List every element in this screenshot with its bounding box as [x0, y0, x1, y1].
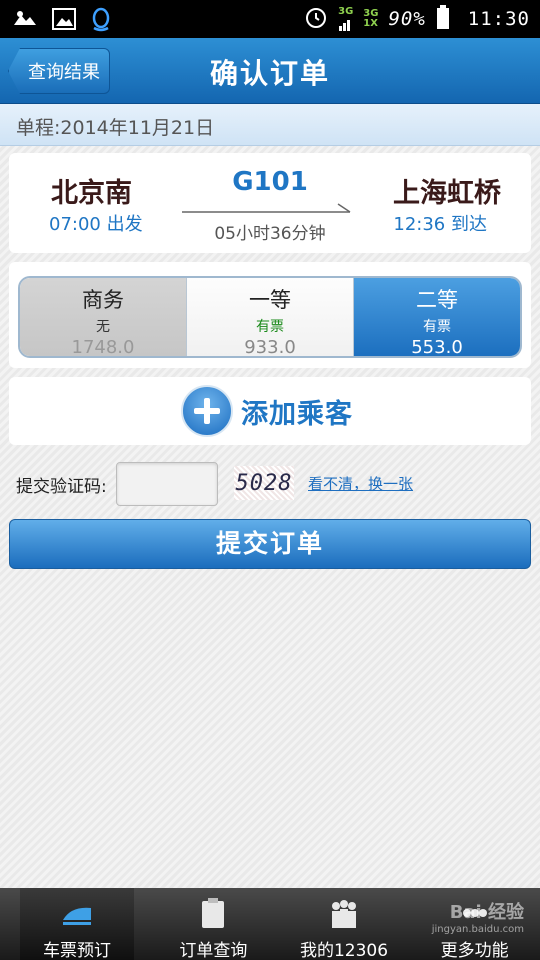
- seat-class-card: 商务 无 1748.0 一等 有票 933.0 二等 有票 553.0: [9, 262, 531, 368]
- arrival-time: 12:36 到达: [393, 214, 487, 235]
- clipboard-icon: [202, 898, 225, 928]
- seat-availability: 有票: [256, 319, 284, 335]
- add-passenger-button[interactable]: 添加乘客: [181, 385, 353, 437]
- image-notification-icon: [52, 8, 76, 34]
- captcha-image[interactable]: 5028: [234, 466, 294, 500]
- battery-percent: 90%: [388, 8, 426, 30]
- nav-item-my-12306[interactable]: 我的12306: [279, 888, 410, 960]
- clock: 11:30: [467, 8, 530, 30]
- seat-option-second-class[interactable]: 二等 有票 553.0: [354, 278, 520, 356]
- people-icon: [332, 900, 356, 928]
- page-title: 确认订单: [209, 57, 330, 90]
- trip-date: 单程:2014年11月21日: [0, 104, 540, 146]
- arrival-station: 上海虹桥: [393, 178, 501, 209]
- status-bar: 3G 3G 1X 90% 11:30: [0, 0, 540, 38]
- seat-availability: 有票: [423, 319, 451, 335]
- plus-icon: [181, 385, 233, 437]
- nav-label: 我的12306: [299, 941, 389, 960]
- title-bar: 查询结果 确认订单: [0, 38, 540, 104]
- nav-label: 订单查询: [179, 941, 248, 960]
- add-passenger-card: 添加乘客: [9, 377, 531, 445]
- route-arrow-icon: [182, 203, 351, 213]
- cloud-notification-icon: [12, 9, 38, 33]
- network-3g-indicator: 3G: [338, 7, 353, 31]
- seat-option-business[interactable]: 商务 无 1748.0: [20, 278, 187, 356]
- network-dual-indicator: 3G 1X: [363, 8, 379, 29]
- add-passenger-label: 添加乘客: [241, 398, 353, 430]
- watermark-brand: Bai 经验: [449, 902, 524, 923]
- watermark-url: jingyan.baidu.com: [431, 924, 524, 935]
- nav-item-ticket-booking[interactable]: 车票预订: [20, 888, 134, 960]
- baidu-watermark: Bai 经验 jingyan.baidu.com: [404, 898, 524, 956]
- nav-item-order-query[interactable]: 订单查询: [148, 888, 279, 960]
- seat-class-selector: 商务 无 1748.0 一等 有票 933.0 二等 有票 553.0: [18, 276, 522, 358]
- captcha-label: 提交验证码:: [16, 477, 107, 497]
- seat-option-first-class[interactable]: 一等 有票 933.0: [187, 278, 354, 356]
- train-icon: [63, 907, 91, 925]
- seat-availability: 无: [96, 319, 110, 335]
- seat-price: 1748.0: [71, 337, 135, 358]
- captcha-row: 提交验证码: 5028 看不清，换一张: [16, 462, 526, 506]
- battery-icon: [436, 5, 450, 33]
- seat-price: 933.0: [244, 337, 296, 358]
- seat-name: 二等: [416, 288, 458, 312]
- seat-price: 553.0: [411, 337, 463, 358]
- seat-name: 一等: [249, 288, 291, 312]
- nav-label: 车票预订: [43, 941, 111, 960]
- submit-order-button[interactable]: 提交订单: [9, 519, 531, 569]
- alarm-icon: [304, 5, 328, 33]
- qq-notification-icon: [90, 6, 112, 36]
- seat-name: 商务: [82, 288, 124, 312]
- train-info-card: 北京南 07:00 出发 G101 05小时36分钟 上海虹桥 12:36 到达: [9, 153, 531, 253]
- captcha-input[interactable]: [116, 462, 218, 506]
- captcha-refresh-link[interactable]: 看不清，换一张: [308, 473, 413, 494]
